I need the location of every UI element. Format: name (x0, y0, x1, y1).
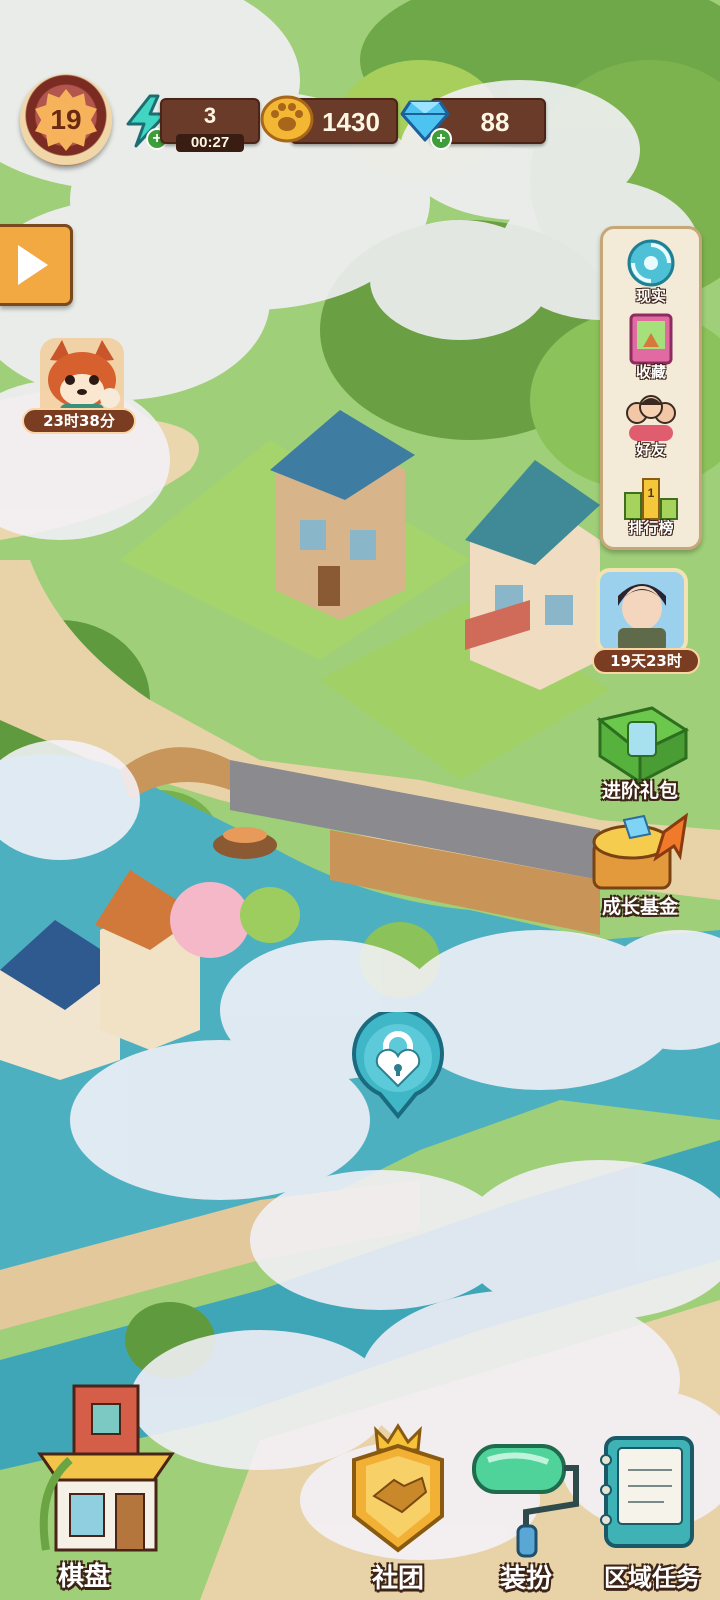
character-event-icon[interactable] (594, 566, 690, 656)
decorate-button[interactable]: 装扮 (468, 1420, 584, 1600)
player-level: 19 (50, 104, 82, 135)
paw-coin-icon (260, 95, 314, 143)
side-item-label: 排行榜 (628, 519, 674, 537)
board-label: 棋盘 (57, 1562, 110, 1592)
side-menu: 现实 收藏 好友 1 排行榜 (600, 226, 702, 550)
player-level-badge[interactable]: 19 (20, 74, 112, 166)
side-item-collection[interactable]: 收藏 (603, 309, 699, 387)
club-label: 社团 (371, 1564, 424, 1594)
event-timer: 23时38分 (22, 408, 136, 434)
paint-roller-icon (472, 1444, 579, 1558)
gift-pack-icon (596, 706, 690, 785)
growth-fund-button[interactable]: 成长基金 (580, 812, 700, 932)
advanced-pack-button[interactable]: 进阶礼包 (580, 700, 700, 810)
podium-icon: 1 (624, 478, 678, 520)
collection-book-icon (629, 313, 673, 365)
side-item-label: 现实 (635, 287, 666, 305)
advanced-pack-label: 进阶礼包 (601, 780, 678, 802)
decorate-label: 装扮 (499, 1564, 552, 1594)
portal-icon (627, 239, 675, 287)
shop-building-icon (37, 1384, 175, 1552)
growth-fund-label: 成长基金 (601, 896, 678, 918)
svg-text:1: 1 (648, 486, 655, 500)
side-item-leaderboard[interactable]: 1 排行榜 (603, 465, 699, 543)
area-tasks-button[interactable]: 区域任务 (594, 1420, 710, 1600)
energy-counter: 3 00:27 (160, 98, 260, 152)
friends-icon (626, 395, 676, 441)
board-button[interactable]: 棋盘 (26, 1370, 186, 1600)
treasure-chest-icon (592, 812, 689, 890)
add-gems-button[interactable]: + (430, 128, 452, 150)
play-arrow-icon (18, 245, 48, 285)
expand-panel-button[interactable] (0, 224, 73, 306)
side-item-friends[interactable]: 好友 (603, 387, 699, 465)
character-event-timer: 19天23时 (592, 648, 700, 674)
heart-lock-icon[interactable] (350, 1012, 446, 1120)
area-tasks-label: 区域任务 (604, 1564, 700, 1592)
side-item-label: 收藏 (635, 363, 666, 381)
energy-refill-timer: 00:27 (176, 134, 244, 152)
side-item-label: 好友 (635, 441, 666, 459)
club-button[interactable]: 社团 (340, 1420, 456, 1600)
energy-value: 3 (203, 103, 217, 128)
handshake-crest-icon (352, 1423, 444, 1553)
side-item-reality[interactable]: 现实 (603, 233, 699, 311)
task-notebook-icon (600, 1436, 694, 1548)
